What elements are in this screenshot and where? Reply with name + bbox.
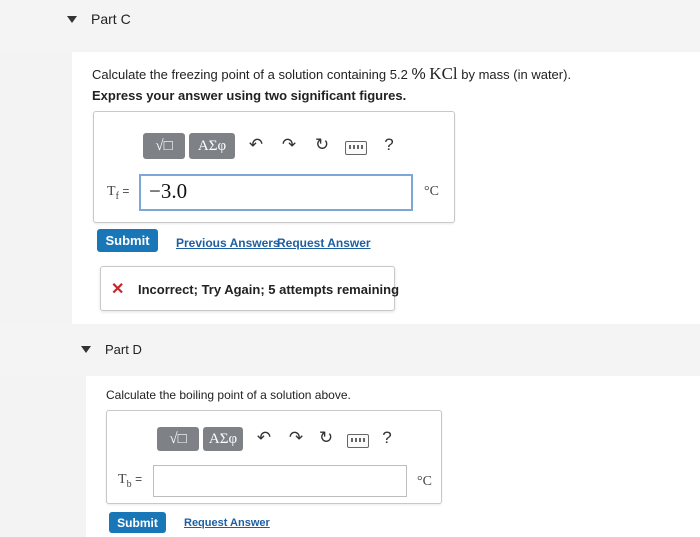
variable-label: Tb = — [118, 472, 142, 490]
variable-subscript: f — [115, 190, 119, 202]
variable-subscript: b — [126, 478, 132, 490]
keyboard-icon[interactable] — [347, 434, 369, 448]
part-c-title: Part C — [91, 11, 131, 27]
incorrect-icon: ✕ — [111, 281, 125, 298]
reset-icon[interactable]: ↻ — [316, 428, 336, 448]
collapse-caret-icon[interactable] — [81, 346, 91, 353]
part-c-instruction: Express your answer using two significan… — [92, 88, 407, 103]
percent-sign: % — [411, 66, 426, 83]
part-c-question: Calculate the freezing point of a soluti… — [92, 64, 571, 84]
part-c-header[interactable]: Part C — [0, 0, 700, 52]
equals-sign: = — [135, 472, 143, 486]
answer-value: −3.0 — [149, 179, 188, 203]
previous-answers-link[interactable]: Previous Answers — [176, 236, 280, 250]
question-text: Calculate the freezing point of a soluti… — [92, 67, 412, 82]
answer-input[interactable] — [153, 465, 407, 497]
part-d-title: Part D — [105, 342, 142, 357]
variable-label: Tf = — [107, 184, 129, 202]
equals-sign: = — [122, 184, 130, 198]
submit-button[interactable]: Submit — [109, 512, 166, 533]
submit-button[interactable]: Submit — [97, 229, 158, 252]
request-answer-link[interactable]: Request Answer — [184, 517, 270, 529]
answer-input[interactable]: −3.0 — [139, 174, 413, 211]
reset-icon[interactable]: ↻ — [312, 135, 332, 155]
formula-kcl: KCl — [429, 64, 458, 83]
request-answer-link[interactable]: Request Answer — [277, 236, 371, 250]
part-d-question: Calculate the boiling point of a solutio… — [106, 388, 351, 402]
part-d-header[interactable]: Part D — [0, 324, 700, 376]
undo-icon[interactable]: ↶ — [246, 135, 266, 155]
symbols-label: ΑΣφ — [208, 430, 238, 447]
question-text-end: by mass (in water). — [457, 67, 572, 82]
symbols-label: ΑΣφ — [197, 137, 227, 154]
help-icon[interactable]: ? — [377, 428, 397, 448]
templates-icon: √□ — [169, 430, 187, 447]
templates-icon: √□ — [155, 137, 173, 154]
unit-label: °C — [424, 184, 439, 199]
keyboard-icon[interactable] — [345, 141, 367, 155]
variable-symbol: T — [107, 184, 116, 199]
feedback-text: Incorrect; Try Again; 5 attempts remaini… — [138, 282, 400, 297]
undo-icon[interactable]: ↶ — [254, 428, 274, 448]
part-c-answer-box: √□ ΑΣφ ↶ ↷ ↻ ? Tf = −3.0 °C — [93, 111, 455, 223]
redo-icon[interactable]: ↷ — [279, 135, 299, 155]
templates-button[interactable]: √□ — [157, 427, 199, 451]
variable-symbol: T — [118, 472, 127, 487]
unit-label: °C — [417, 474, 432, 489]
templates-button[interactable]: √□ — [143, 133, 185, 159]
redo-icon[interactable]: ↷ — [286, 428, 306, 448]
feedback-box: ✕ Incorrect; Try Again; 5 attempts remai… — [100, 266, 399, 311]
help-icon[interactable]: ? — [379, 135, 399, 155]
symbols-button[interactable]: ΑΣφ — [189, 133, 235, 159]
collapse-caret-icon[interactable] — [67, 16, 77, 23]
symbols-button[interactable]: ΑΣφ — [203, 427, 243, 451]
